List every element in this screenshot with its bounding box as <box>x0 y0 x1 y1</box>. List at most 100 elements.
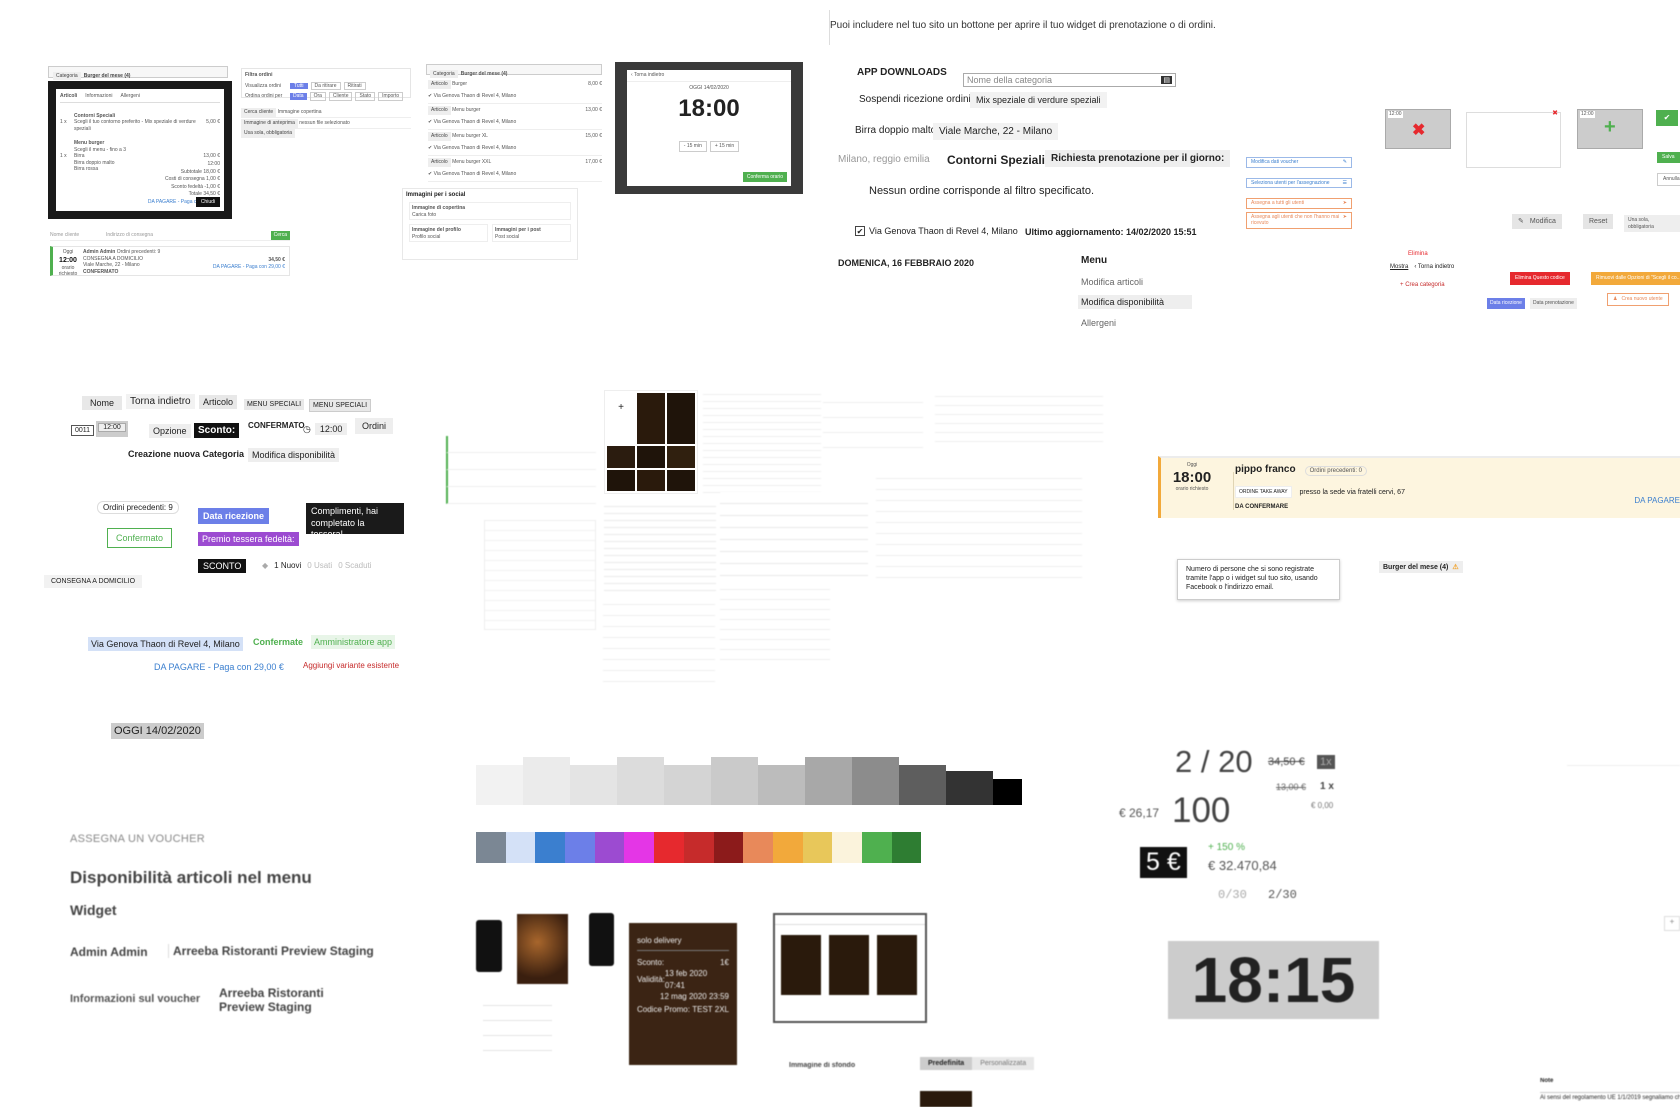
reset-button[interactable]: Reset <box>1583 214 1614 230</box>
cover-upload[interactable]: Immagine di copertina Carica foto <box>409 202 571 220</box>
delete-x-icon[interactable]: ✖ <box>1412 120 1425 140</box>
color-swatch <box>683 832 714 863</box>
voucher-actions: Modifica dati voucher ✎ Seleziona utenti … <box>1246 157 1352 229</box>
item-price: 15,00 € <box>585 133 602 139</box>
date-booking-chip[interactable]: Data prenotazione <box>1530 298 1577 309</box>
plus-15-button[interactable]: + 15 min <box>709 141 740 152</box>
assign-voucher-heading: ASSEGNA UN VOUCHER <box>70 833 205 845</box>
chip-torna-indietro[interactable]: Torna indietro <box>126 394 195 409</box>
search-value[interactable]: Immagine copertina <box>278 109 322 115</box>
order-row[interactable]: Oggi 12:00 orario richiesto Admin Admin … <box>50 246 290 277</box>
tab-predefinita[interactable]: Predefinita <box>920 1057 973 1070</box>
save-button[interactable]: Salva <box>1657 152 1680 163</box>
category-item[interactable]: Articolo Menu burger XXL 17,00 € ✔ Via Ge… <box>428 156 602 182</box>
data-received-chip[interactable]: Data ricezione <box>198 508 270 524</box>
check-icon[interactable]: ✔ <box>428 171 432 177</box>
edit-voucher-button[interactable]: Modifica dati voucher ✎ <box>1246 157 1352 168</box>
tab-allergeni[interactable]: Allergeni <box>120 93 139 100</box>
color-swatch <box>624 832 655 863</box>
modify-button[interactable]: ✎ Modifica <box>1512 214 1562 230</box>
delete-link[interactable]: Elimina <box>1408 251 1428 257</box>
item-qty: 1 x <box>60 119 67 125</box>
thumb-empty[interactable]: ✖ <box>1466 109 1561 168</box>
modify-availability-chip[interactable]: Modifica disponibilità <box>248 448 340 462</box>
tab-informazioni[interactable]: Informazioni <box>85 93 112 100</box>
delete-code-button[interactable]: Elimina Questo codice <box>1510 272 1570 285</box>
filter-opt[interactable]: Ritirati <box>343 81 366 90</box>
filter-opt[interactable]: Da ritirare <box>310 81 341 90</box>
select-users-button[interactable]: Seleziona utenti per l'assegnazione ☰ <box>1246 177 1352 188</box>
minus-15-button[interactable]: - 15 min <box>678 141 707 152</box>
plus-icon[interactable]: + <box>1604 116 1616 139</box>
assign-new-button[interactable]: Assegna agli utenti che non l'hanno mai … <box>1246 211 1352 229</box>
check-icon[interactable]: ✔ <box>428 119 432 125</box>
chip-ordini[interactable]: Ordini <box>355 418 394 434</box>
sort-opt[interactable]: Data <box>290 93 307 100</box>
sort-opt[interactable]: Importo <box>378 92 404 101</box>
widget-heading: Widget <box>70 902 117 918</box>
time-input[interactable]: 12:00 <box>96 421 128 437</box>
order-card[interactable]: Oggi 18:00 orario richiesto pippo franco… <box>1158 456 1680 518</box>
sort-opt[interactable]: Ora <box>309 92 326 101</box>
create-category-label: Crea categoria <box>1405 282 1445 288</box>
image-tile <box>667 446 695 468</box>
category-item[interactable]: Articolo Menu burger XL 15,00 € ✔ Via Gen… <box>428 130 602 156</box>
item-tag: Articolo <box>428 106 451 115</box>
image-tile <box>667 469 695 491</box>
side-stepper[interactable]: + <box>1664 916 1680 931</box>
remove-option-button[interactable]: Rimuovi dalle Opzioni di "Scegli il co..… <box>1591 272 1680 285</box>
color-swatch <box>891 832 922 863</box>
new-user-button[interactable]: ♟ Crea nuovo utente <box>1607 293 1669 306</box>
menu-item-allergeni[interactable]: Allergeni <box>1081 318 1116 328</box>
right-form-preview <box>823 388 923 458</box>
upload-field-row: Immagine di anteprima nessun file selezi… <box>241 119 411 129</box>
gray-swatch <box>899 765 946 805</box>
address-checkbox-row[interactable]: ✔ Via Genova Thaon di Revel 4, Milano <box>855 226 1018 236</box>
search-label: Cerca cliente <box>241 108 277 117</box>
sort-opt[interactable]: Stato <box>355 92 376 101</box>
tab-articoli[interactable]: Articoli <box>60 93 77 100</box>
check-icon[interactable]: ✔ <box>428 145 432 151</box>
add-image-tile[interactable]: + <box>607 393 635 445</box>
item-note: Via Genova Thaon di Revel 4, Milano <box>433 144 517 151</box>
menu-item-modifica-articoli[interactable]: Modifica articoli <box>1081 277 1143 287</box>
checkbox-checked-icon[interactable]: ✔ <box>855 226 865 236</box>
gray-swatch <box>711 757 758 805</box>
sort-opt[interactable]: Cliente <box>328 92 353 101</box>
check-icon[interactable]: ✔ <box>428 93 432 99</box>
today-date-chip: OGGI 14/02/2020 <box>111 723 204 739</box>
search-customer-input[interactable]: Nome cliente <box>50 232 100 239</box>
profile-upload[interactable]: Immagine del profilo Profilo social <box>409 224 488 242</box>
close-button[interactable]: Chiudi <box>195 197 220 207</box>
search-address-input[interactable]: Indirizzo di consegna <box>106 232 216 239</box>
beer-label: Birra doppio malto <box>855 125 937 136</box>
date-received-chip[interactable]: Data ricezione <box>1487 298 1525 309</box>
order-card-status: DA CONFERMARE <box>1235 504 1289 510</box>
category-item[interactable]: Articolo Burger 8,00 € ✔ Via Genova Thaon… <box>428 78 602 104</box>
tab-personalizzata[interactable]: Personalizzata <box>972 1057 1034 1070</box>
note-label: Note <box>1540 1078 1554 1084</box>
upload-value[interactable]: nessun file selezionato <box>299 120 350 126</box>
app-preview-window <box>773 913 927 1023</box>
time-modal: ‹ Torna indietro OGGI 14/02/2020 18:00 -… <box>615 62 803 194</box>
show-link[interactable]: Mostra <box>1390 264 1408 270</box>
create-category-link[interactable]: + Crea categoria <box>1400 282 1445 288</box>
back-link[interactable]: ‹ Torna indietro <box>1414 264 1454 270</box>
assign-all-button[interactable]: Assegna a tutti gli utenti ➤ <box>1246 198 1352 209</box>
chip-nome: Nome <box>82 396 123 410</box>
close-x-icon[interactable]: ✖ <box>1552 109 1558 117</box>
category-item[interactable]: Articolo Menu burger 13,00 € ✔ Via Genova… <box>428 104 602 130</box>
confirm-time-button[interactable]: Conferma orario <box>742 171 787 182</box>
category-name-input[interactable]: Nome della categoria ▤ <box>963 73 1176 87</box>
cancel-button[interactable]: Annulla <box>1657 173 1680 186</box>
menu-item-modifica-disponibilita[interactable]: Modifica disponibilità <box>1078 295 1192 309</box>
confirm-check-button[interactable]: ✔ <box>1656 110 1678 126</box>
voucher-info-label: Informazioni sul voucher <box>70 993 201 1005</box>
post-upload[interactable]: Immagini per i post Post social <box>492 224 571 242</box>
time-modal-date: OGGI 14/02/2020 <box>689 84 729 91</box>
add-variant-link[interactable]: Aggiungi variante esistente <box>303 661 399 670</box>
search-button[interactable]: Cerca <box>270 231 290 240</box>
back-button[interactable]: ‹ Torna indietro <box>627 70 791 82</box>
item-qty: 1 x <box>60 153 67 159</box>
filter-opt-all[interactable]: Tutti <box>290 82 308 89</box>
